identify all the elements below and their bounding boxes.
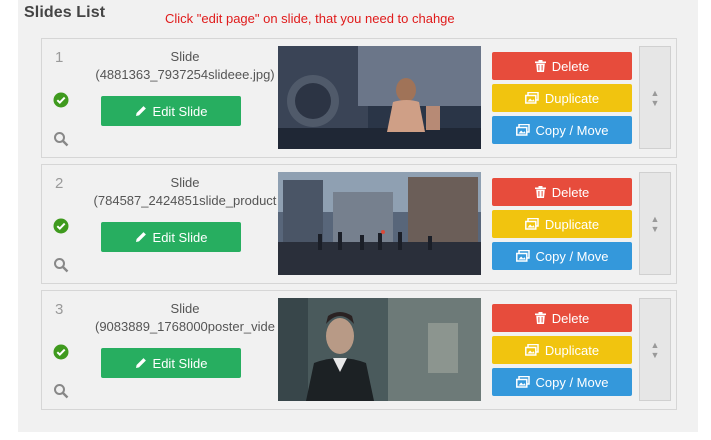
duplicate-label: Duplicate <box>544 342 600 358</box>
duplicate-button[interactable]: Duplicate <box>492 210 632 238</box>
duplicate-label: Duplicate <box>544 90 600 106</box>
copy-move-label: Copy / Move <box>535 122 609 138</box>
trash-icon <box>534 60 546 72</box>
slide-row: 3 Slide (9083889_1768000poster_vide Edit… <box>41 290 677 410</box>
slide-row: 1 Slide (4881363_7937254slideee.jpg) Edi… <box>41 38 677 158</box>
pencil-icon <box>135 106 146 116</box>
search-icon[interactable] <box>53 131 69 147</box>
duplicate-icon <box>524 218 539 230</box>
delete-label: Delete <box>551 184 590 200</box>
slide-label: Slide <box>170 301 200 316</box>
delete-label: Delete <box>551 58 590 74</box>
copy-move-button[interactable]: Copy / Move <box>492 242 632 270</box>
delete-label: Delete <box>551 310 590 326</box>
slide-label: Slide <box>170 175 200 190</box>
slide-number: 2 <box>55 175 64 192</box>
check-circle-icon <box>53 218 69 234</box>
duplicate-button[interactable]: Duplicate <box>492 336 632 364</box>
duplicate-button[interactable]: Duplicate <box>492 84 632 112</box>
panel-title: Slides List <box>24 4 106 21</box>
slide-name: Slide (784587_2424851slide_product <box>92 174 278 210</box>
slide-thumbnail[interactable] <box>278 298 481 401</box>
edit-slide-label: Edit Slide <box>152 355 208 371</box>
delete-button[interactable]: Delete <box>492 52 632 80</box>
edit-slide-button[interactable]: Edit Slide <box>101 222 241 252</box>
slide-thumbnail[interactable] <box>278 46 481 149</box>
drag-handle-icon[interactable]: ▲ ▼ <box>639 298 671 401</box>
drag-handle-icon[interactable]: ▲ ▼ <box>639 172 671 275</box>
copy-move-button[interactable]: Copy / Move <box>492 116 632 144</box>
copy-move-icon <box>515 250 530 262</box>
copy-move-label: Copy / Move <box>535 248 609 264</box>
delete-button[interactable]: Delete <box>492 178 632 206</box>
copy-move-button[interactable]: Copy / Move <box>492 368 632 396</box>
trash-icon <box>534 186 546 198</box>
slide-filename: (784587_2424851slide_product <box>93 193 277 208</box>
trash-icon <box>534 312 546 324</box>
slide-filename: (9083889_1768000poster_vide <box>95 319 275 334</box>
search-icon[interactable] <box>53 257 69 273</box>
slide-name: Slide (4881363_7937254slideee.jpg) <box>92 48 278 84</box>
edit-slide-button[interactable]: Edit Slide <box>101 348 241 378</box>
check-circle-icon <box>53 344 69 360</box>
edit-slide-label: Edit Slide <box>152 103 208 119</box>
slide-number: 3 <box>55 301 64 318</box>
drag-handle-icon[interactable]: ▲ ▼ <box>639 46 671 149</box>
edit-slide-label: Edit Slide <box>152 229 208 245</box>
pencil-icon <box>135 358 146 368</box>
copy-move-icon <box>515 376 530 388</box>
slide-label: Slide <box>170 49 200 64</box>
annotation-note: Click "edit page" on slide, that you nee… <box>165 11 455 26</box>
duplicate-icon <box>524 344 539 356</box>
check-circle-icon <box>53 92 69 108</box>
search-icon[interactable] <box>53 383 69 399</box>
slide-row: 2 Slide (784587_2424851slide_product Edi… <box>41 164 677 284</box>
slide-name: Slide (9083889_1768000poster_vide <box>92 300 278 336</box>
slide-thumbnail[interactable] <box>278 172 481 275</box>
slide-number: 1 <box>55 49 64 66</box>
copy-move-icon <box>515 124 530 136</box>
slide-filename: (4881363_7937254slideee.jpg) <box>95 67 275 82</box>
delete-button[interactable]: Delete <box>492 304 632 332</box>
duplicate-label: Duplicate <box>544 216 600 232</box>
duplicate-icon <box>524 92 539 104</box>
edit-slide-button[interactable]: Edit Slide <box>101 96 241 126</box>
pencil-icon <box>135 232 146 242</box>
copy-move-label: Copy / Move <box>535 374 609 390</box>
